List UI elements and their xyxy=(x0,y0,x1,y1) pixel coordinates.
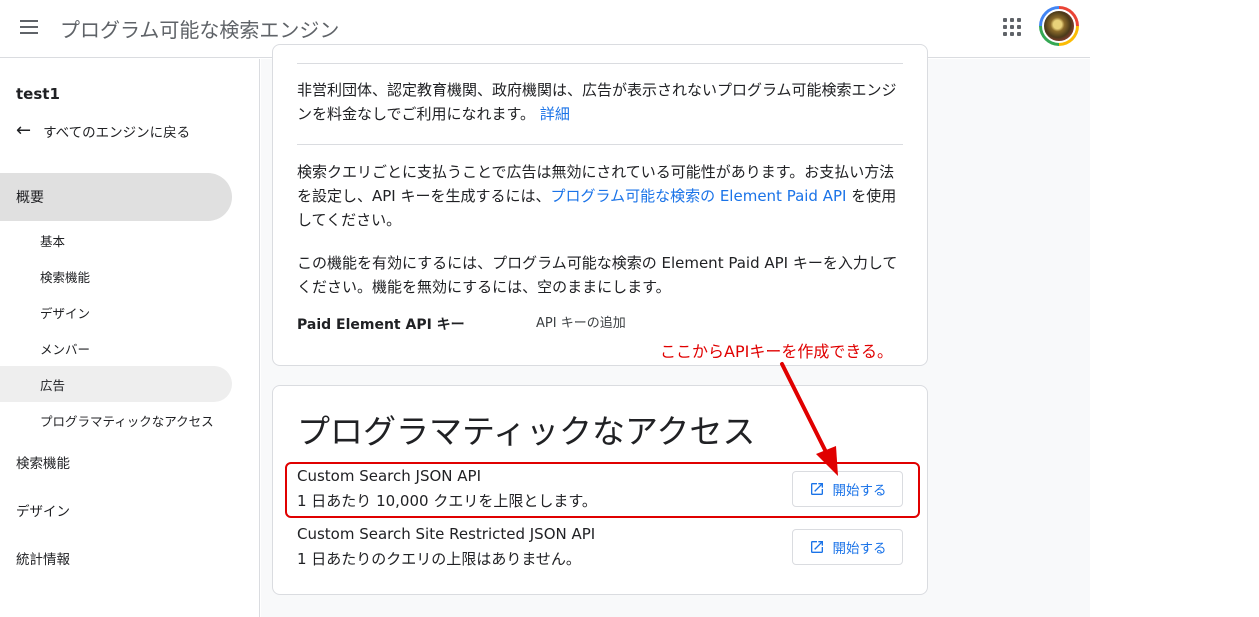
sidebar-subitem-basic[interactable]: 基本 xyxy=(40,231,65,250)
api-name-site-restricted: Custom Search Site Restricted JSON API xyxy=(297,525,596,543)
app-title: プログラム可能な検索エンジン xyxy=(60,18,340,42)
divider xyxy=(297,63,903,64)
sidebar-item-overview[interactable]: 概要 xyxy=(0,173,232,221)
arrow-back-icon: ← xyxy=(16,120,32,141)
blank-area xyxy=(1090,0,1259,617)
sidebar: test1 ← すべてのエンジンに戻る 概要 基本 検索機能 デザイン メンバー… xyxy=(0,59,260,617)
paid-api-key-label: Paid Element API キー xyxy=(297,317,465,333)
start-button-label: 開始する xyxy=(832,541,887,557)
sidebar-subitem-members[interactable]: メンバー xyxy=(40,339,90,358)
sidebar-item-statistics[interactable]: 統計情報 xyxy=(16,548,70,568)
sidebar-item-search-features[interactable]: 検索機能 xyxy=(16,452,70,472)
menu-icon[interactable] xyxy=(14,12,44,42)
engine-name: test1 xyxy=(16,85,60,103)
back-link-label: すべてのエンジンに戻る xyxy=(43,125,191,141)
apps-grid-icon[interactable] xyxy=(1000,15,1024,39)
sidebar-subitem-search-features[interactable]: 検索機能 xyxy=(40,267,90,286)
divider xyxy=(297,144,903,145)
start-button-site-restricted-api[interactable]: 開始する xyxy=(792,529,903,565)
sidebar-subitem-active-bg xyxy=(0,366,232,402)
enable-feature-text: この機能を有効にするには、プログラム可能な検索の Element Paid AP… xyxy=(297,254,898,296)
paid-api-link[interactable]: プログラム可能な検索の Element Paid API xyxy=(551,187,847,205)
open-in-new-icon xyxy=(810,541,823,553)
sidebar-item-label: 概要 xyxy=(16,190,44,206)
sidebar-subitem-design[interactable]: デザイン xyxy=(40,303,90,322)
paid-api-text: 検索クエリごとに支払うことで広告は無効にされている可能性があります。お支払い方法… xyxy=(297,160,903,232)
annotation-arrow-icon xyxy=(780,362,838,476)
sidebar-subitem-programmatic-access[interactable]: プログラマティックなアクセス xyxy=(40,411,214,430)
sidebar-item-design[interactable]: デザイン xyxy=(16,500,70,520)
api-desc-site-restricted: 1 日あたりのクエリの上限はありません。 xyxy=(297,550,581,568)
add-api-key-button[interactable]: API キーの追加 xyxy=(536,312,626,331)
nonprofit-text: 非営利団体、認定教育機関、政府機関は、広告が表示されないプログラム可能検索エンジ… xyxy=(297,78,903,126)
sidebar-subitem-ads[interactable]: 広告 xyxy=(40,375,65,394)
back-to-engines-link[interactable]: ← すべてのエンジンに戻る xyxy=(16,120,191,142)
details-link[interactable]: 詳細 xyxy=(540,105,570,123)
programmatic-access-title: プログラマティックなアクセス xyxy=(297,412,756,451)
avatar[interactable] xyxy=(1039,6,1079,46)
nonprofit-description: 非営利団体、認定教育機関、政府機関は、広告が表示されないプログラム可能検索エンジ… xyxy=(297,81,897,123)
